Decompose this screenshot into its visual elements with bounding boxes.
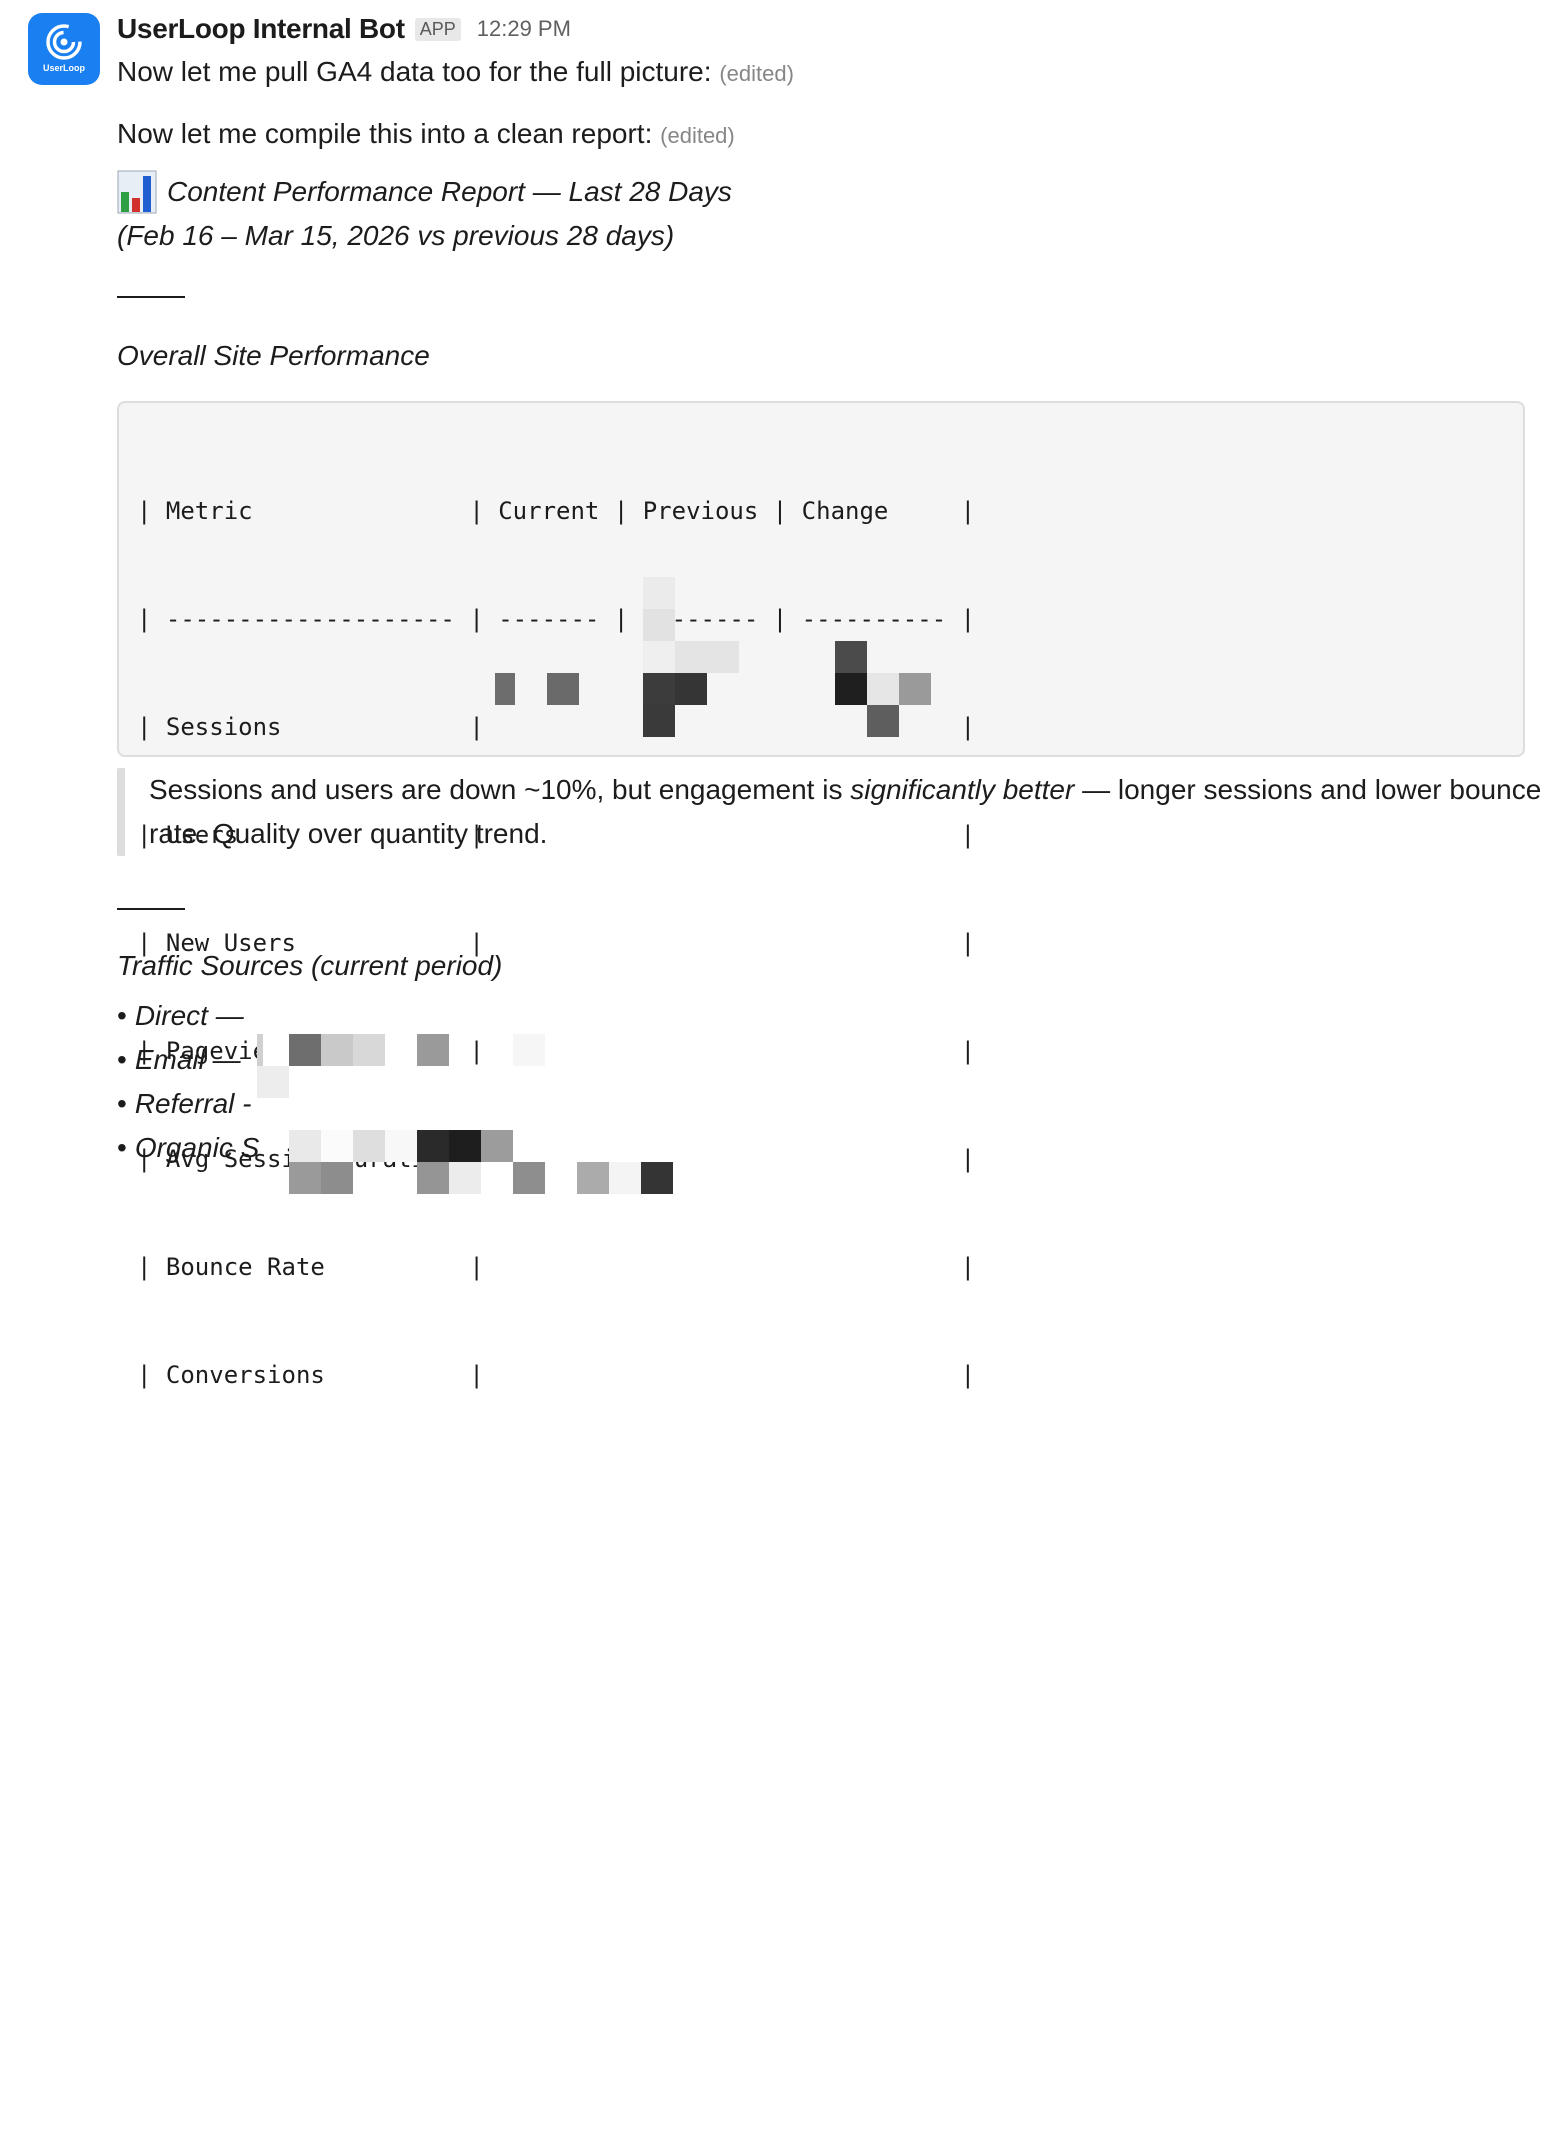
quote-emphasis: significantly better (850, 774, 1075, 805)
quote-text: Sessions and users are down ~10%, but en… (149, 774, 851, 805)
message-line-1: Now let me pull GA4 data too for the ful… (117, 52, 1529, 94)
bullet: • (117, 1132, 127, 1163)
traffic-label: Referral - (134, 1088, 252, 1119)
traffic-section: Traffic Sources (current period) • Direct… (117, 908, 673, 1194)
code-line: | Bounce Rate | | (137, 1253, 976, 1281)
report-title-text: Content Performance Report — Last 28 Day… (167, 176, 732, 207)
userloop-logo-icon (46, 24, 82, 60)
code-line: | Conversions | | (137, 1361, 976, 1389)
traffic-label: Direct — (134, 1000, 244, 1031)
code-line: | Sessions | | (137, 713, 976, 741)
message-line-2: Now let me compile this into a clean rep… (117, 114, 1529, 156)
overall-heading: Overall Site Performance (117, 340, 430, 371)
edited-label: (edited) (660, 123, 735, 148)
edited-label: (edited) (719, 61, 794, 86)
message-text: Now let me pull GA4 data too for the ful… (117, 56, 712, 87)
app-badge: APP (414, 17, 461, 41)
code-line: | Metric | Current | Previous | Change | (137, 497, 976, 525)
message-text: Now let me compile this into a clean rep… (117, 118, 653, 149)
bar-chart-icon (117, 170, 157, 214)
insight-quote: Sessions and users are down ~10%, but en… (117, 768, 1549, 856)
redacted-pixels (137, 577, 1505, 2077)
traffic-label: Organic S (134, 1132, 260, 1163)
traffic-item-referral: • Referral - (117, 1082, 502, 1126)
bullet: • (117, 1088, 127, 1119)
report-subtitle: (Feb 16 – Mar 15, 2026 vs previous 28 da… (117, 220, 675, 251)
traffic-item-direct: • Direct — (117, 994, 502, 1038)
traffic-heading: Traffic Sources (current period) (117, 950, 503, 981)
bot-name[interactable]: UserLoop Internal Bot (117, 13, 405, 45)
divider (117, 296, 185, 298)
divider (117, 908, 185, 910)
report-title: Content Performance Report — Last 28 Day… (117, 170, 1529, 214)
message: UserLoop Internal Bot APP 12:29 PM Now l… (117, 10, 1541, 1389)
message-timestamp[interactable]: 12:29 PM (477, 16, 571, 42)
message-header: UserLoop Internal Bot APP 12:29 PM (117, 10, 1529, 48)
bot-avatar[interactable]: UserLoop (28, 13, 100, 85)
bullet: • (117, 1000, 127, 1031)
bullet: • (117, 1044, 127, 1075)
code-line: | -------------------- | ------- | -----… (137, 605, 976, 633)
traffic-label: Email — (134, 1044, 241, 1075)
avatar-label: UserLoop (42, 63, 85, 73)
metrics-code-block[interactable]: | Metric | Current | Previous | Change |… (117, 401, 1525, 1389)
